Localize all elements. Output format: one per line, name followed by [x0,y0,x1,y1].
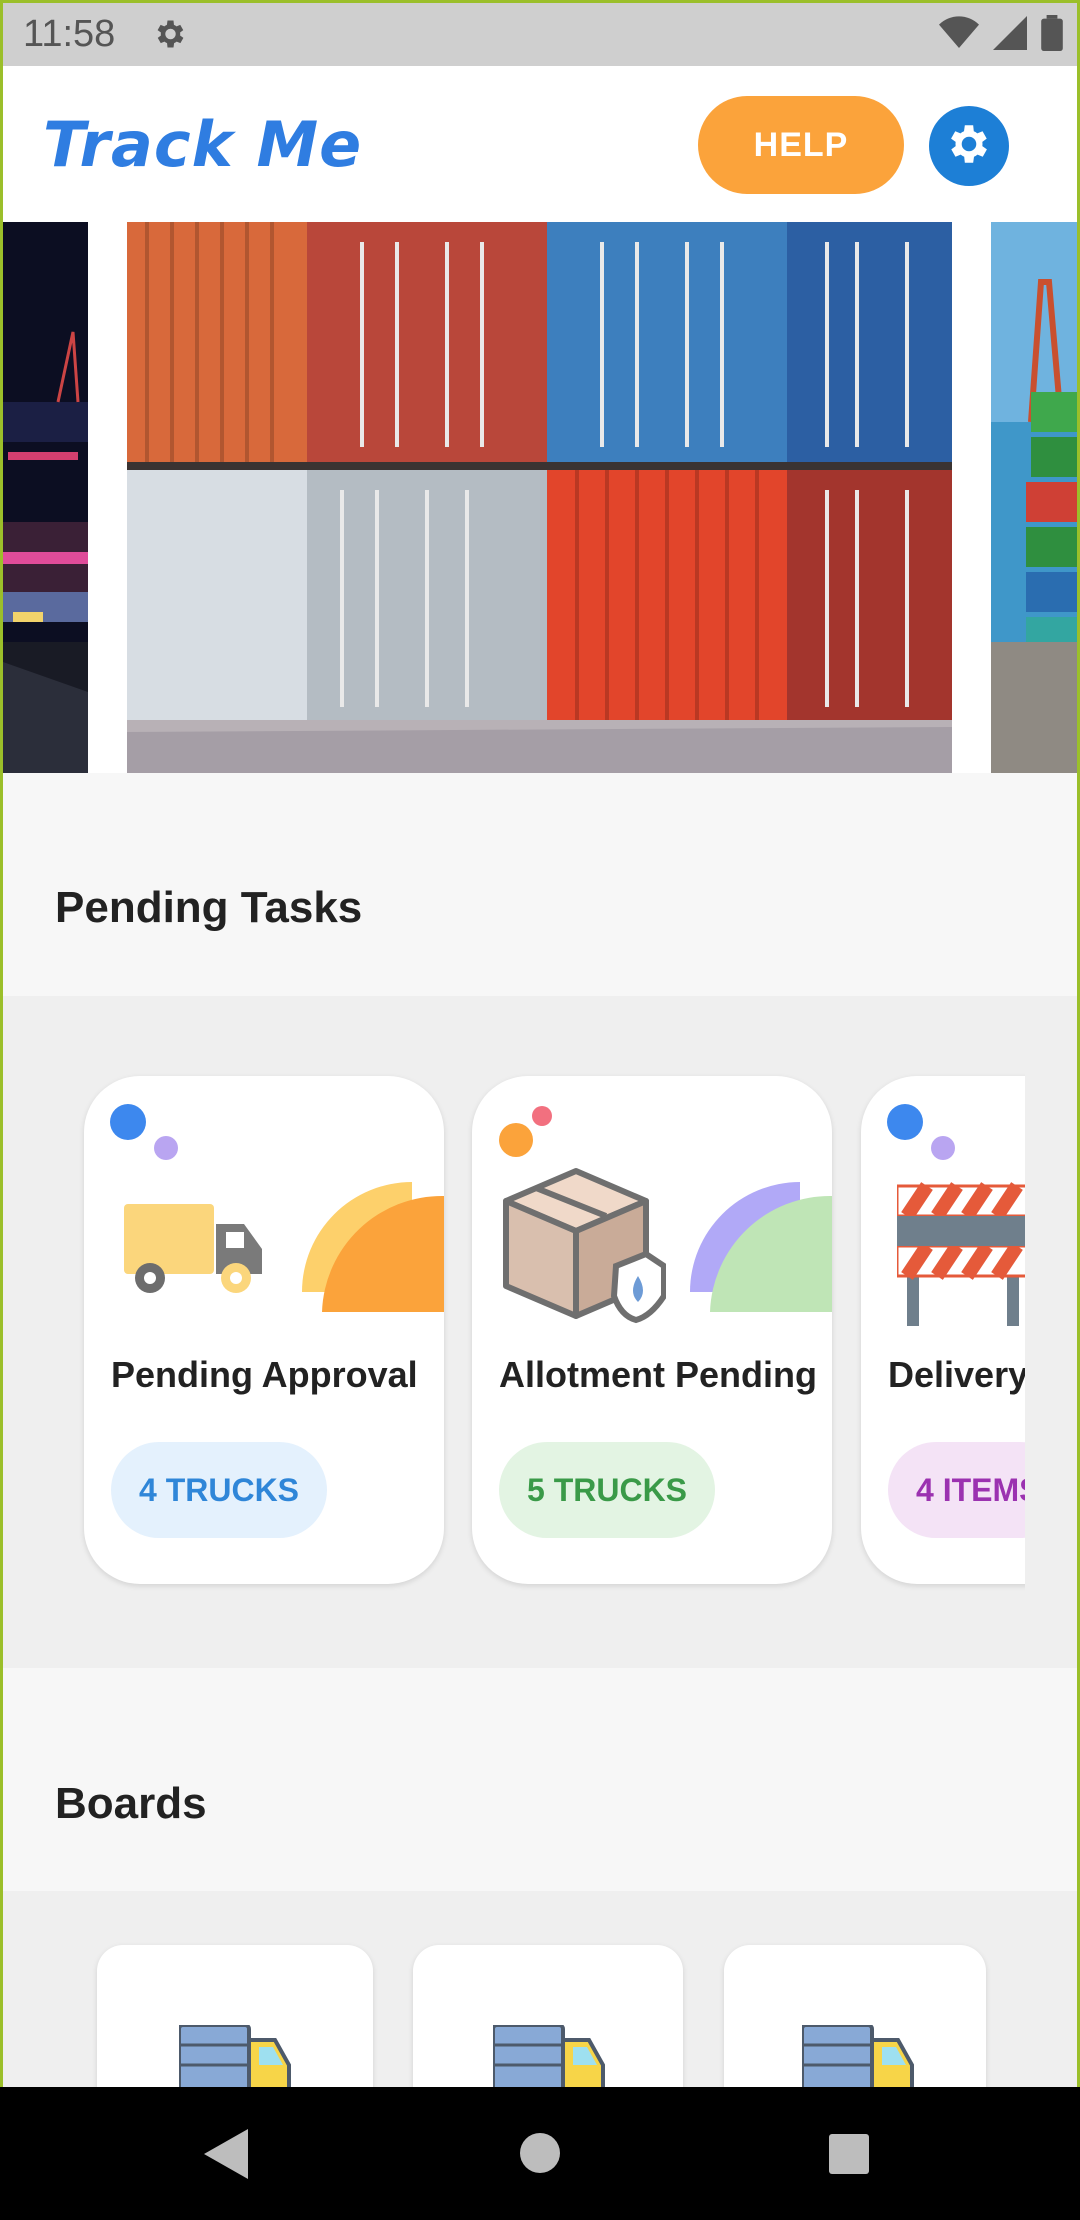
task-card-title: Pending Approval [111,1354,418,1395]
help-button[interactable]: HELP [698,96,904,194]
carousel-slide-containers[interactable] [127,222,952,773]
carousel-slide-port-night[interactable] [3,222,88,773]
pending-tasks-title: Pending Tasks [55,883,363,932]
task-card-title: Delivery Pending [888,1354,1025,1395]
board-card[interactable] [97,1945,373,2087]
truck-icon [800,2023,914,2087]
truck-icon [124,1194,264,1299]
task-card-delivery[interactable]: Delivery Pending 4 ITEMS [861,1076,1025,1584]
task-count-badge: 4 ITEMS [888,1442,1025,1538]
app-bar: Track Me HELP [3,66,1077,222]
task-count-badge: 4 TRUCKS [111,1442,328,1538]
navigation-bar [0,2087,1080,2220]
road-barrier-icon [895,1176,1025,1331]
boards-title: Boards [55,1779,207,1828]
app-title: Track Me [43,108,363,181]
board-card[interactable] [724,1945,986,2087]
app-screen: 11:58 Track Me HELP Pending Tasks Pendin… [3,3,1077,2087]
carousel-slide-container-stack[interactable] [991,222,1077,773]
system-icons [939,15,1063,56]
gear-icon [944,119,994,174]
task-count-badge: 5 TRUCKS [499,1442,716,1538]
dots-decoration [110,1104,180,1169]
package-icon [496,1156,667,1331]
board-card[interactable] [413,1945,683,2087]
task-card-pending-approval[interactable]: Pending Approval 4 TRUCKS [84,1076,444,1584]
recents-icon[interactable] [829,2134,869,2179]
dots-decoration [887,1104,957,1169]
settings-notification-icon [151,16,187,57]
battery-icon [1041,15,1063,56]
quarter-circle-decoration [690,1172,832,1319]
wifi-icon [939,16,979,55]
signal-icon [993,16,1027,55]
status-time: 11:58 [23,13,116,55]
status-bar: 11:58 [3,3,1077,66]
truck-icon [491,2023,605,2087]
quarter-circle-decoration [302,1172,444,1319]
settings-button[interactable] [929,106,1009,186]
truck-icon [177,2023,291,2087]
back-icon[interactable] [204,2129,248,2184]
banner-carousel[interactable] [3,222,1077,773]
home-icon[interactable] [520,2133,560,2178]
task-card-title: Allotment Pending [499,1354,817,1395]
task-card-allotment-pending[interactable]: Allotment Pending 5 TRUCKS [472,1076,832,1584]
